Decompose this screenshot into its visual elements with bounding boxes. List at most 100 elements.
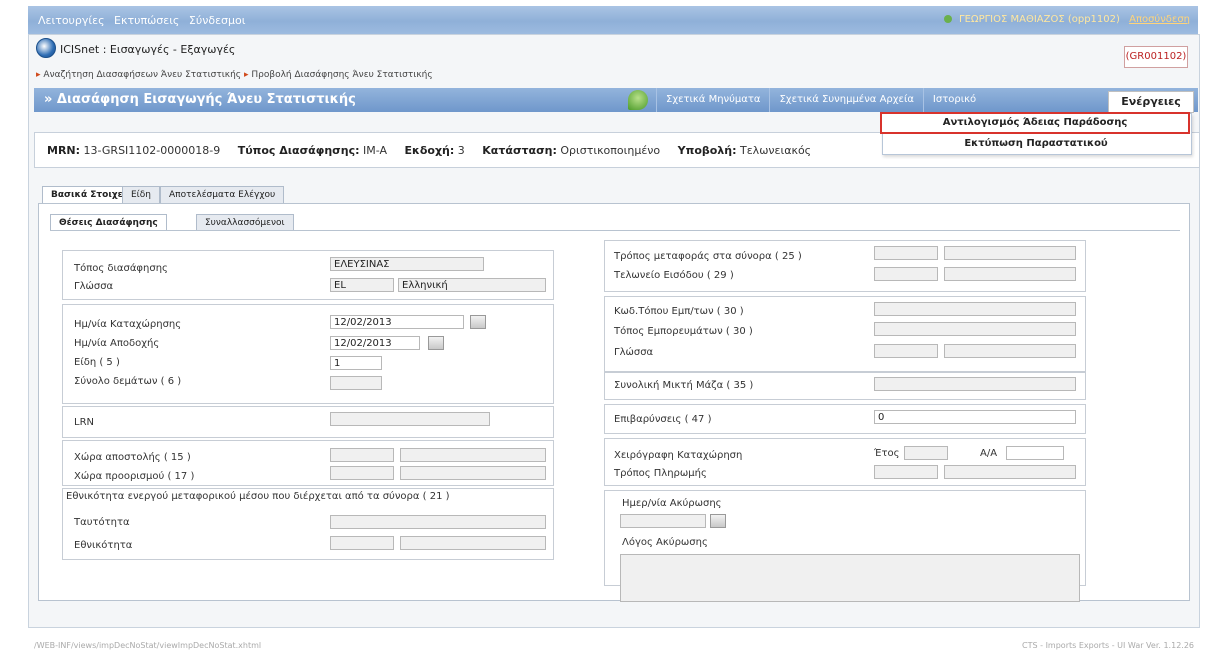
status-label: Κατάσταση: xyxy=(482,144,557,157)
submission-label: Υποβολή: xyxy=(677,144,737,157)
nationality-label: Εθνικότητα xyxy=(74,540,133,551)
transport-mode-label: Τρόπος μεταφοράς στα σύνορα ( 25 ) xyxy=(614,251,802,262)
year-field xyxy=(904,446,948,460)
year-label: Έτος xyxy=(874,448,900,459)
menu-prints[interactable]: Εκτυπώσεις xyxy=(114,14,179,27)
language-label: Γλώσσα xyxy=(74,281,114,292)
breadcrumb-view: Προβολή Διασάφησης Άνευ Στατιστικής xyxy=(251,70,433,80)
logout-link[interactable]: Αποσύνδεση xyxy=(1129,14,1190,25)
cancel-date-calendar-icon[interactable] xyxy=(710,514,726,528)
dispatch-country-label: Χώρα αποστολής ( 15 ) xyxy=(74,452,191,463)
acceptance-date-field[interactable]: 12/02/2013 xyxy=(330,336,420,350)
type-value: IM-A xyxy=(363,144,387,157)
nationality-code-field xyxy=(330,536,394,550)
packages-field xyxy=(330,376,382,390)
identity-field xyxy=(330,515,546,529)
nationality-group-header: Εθνικότητα ενεργού μεταφορικού μέσου που… xyxy=(66,491,450,502)
lrn-label: LRN xyxy=(74,417,94,428)
entry-office-code-field xyxy=(874,267,938,281)
entry-office-name-field xyxy=(944,267,1076,281)
user-icon xyxy=(943,15,952,23)
tab-traders[interactable]: Συναλλασσόμενοι xyxy=(196,214,294,231)
type-label: Τύπος Διασάφησης: xyxy=(237,144,360,157)
page-title: » Διασάφηση Εισαγωγής Άνευ Στατιστικής xyxy=(44,92,356,107)
goods-location-code-label: Κωδ.Τόπου Εμπ/των ( 30 ) xyxy=(614,306,744,317)
gross-mass-field xyxy=(874,377,1076,391)
lrn-field xyxy=(330,412,490,426)
goods-location-field xyxy=(874,322,1076,336)
tab-declaration-positions[interactable]: Θέσεις Διασάφησης xyxy=(50,214,167,231)
page-title-bar: » Διασάφηση Εισαγωγής Άνευ Στατιστικής Σ… xyxy=(34,88,1198,112)
user-info: ΓΕΩΡΓΙΟΣ ΜΑΘΙΑΖΟΣ (opp1102) Αποσύνδεση xyxy=(943,14,1190,25)
identity-label: Ταυτότητα xyxy=(74,517,130,528)
registration-date-label: Ημ/νία Καταχώρησης xyxy=(74,319,182,330)
declaration-summary: MRN: 13-GRSI1102-0000018-9 Τύπος Διασάφη… xyxy=(47,144,825,157)
aa-label: Α/Α xyxy=(980,448,998,459)
icisnet-logo-icon xyxy=(36,38,56,58)
tab-control-results[interactable]: Αποτελέσματα Ελέγχου xyxy=(160,186,285,203)
packages-label: Σύνολο δεμάτων ( 6 ) xyxy=(74,376,182,387)
destination-country-name-field xyxy=(400,466,546,480)
app-title: ICISnet : Εισαγωγές - Εξαγωγές xyxy=(60,43,236,56)
submission-value: Τελωνειακός xyxy=(740,144,812,157)
version-value: 3 xyxy=(457,144,465,157)
place-field: ΕΛΕΥΣΙΝΑΣ xyxy=(330,257,484,271)
dispatch-country-name-field xyxy=(400,448,546,462)
gross-mass-label: Συνολική Μικτή Μάζα ( 35 ) xyxy=(614,380,754,391)
language-name-field: Ελληνική xyxy=(398,278,546,292)
menu-functions[interactable]: Λειτουργίες xyxy=(38,14,105,27)
menu-item-print-document[interactable]: Εκτύπωση Παραστατικού xyxy=(882,135,1190,153)
goods-location-code-field xyxy=(874,302,1076,316)
right-language-name-field xyxy=(944,344,1076,358)
payment-method-code-field xyxy=(874,465,938,479)
charges-label: Επιβαρύνσεις ( 47 ) xyxy=(614,414,712,425)
items-label: Είδη ( 5 ) xyxy=(74,357,120,368)
tab-related-attachments[interactable]: Σχετικά Συνημμένα Αρχεία xyxy=(769,88,922,112)
registration-date-calendar-icon[interactable] xyxy=(470,315,486,329)
app-version: CTS - Imports Exports - UI War Ver. 1.12… xyxy=(1022,641,1194,650)
payment-method-name-field xyxy=(944,465,1076,479)
actions-button[interactable]: Ενέργειες xyxy=(1108,91,1194,113)
tab-related-messages[interactable]: Σχετικά Μηνύματα xyxy=(656,88,769,112)
cancel-reason-textarea[interactable] xyxy=(620,554,1080,602)
breadcrumb-arrow-icon: ▸ xyxy=(36,70,41,80)
breadcrumb-arrow-icon: ▸ xyxy=(243,70,249,80)
view-path: /WEB-INF/views/impDecNoStat/viewImpDecNo… xyxy=(34,641,262,650)
aa-field xyxy=(1006,446,1064,460)
tab-items[interactable]: Είδη xyxy=(122,186,160,203)
office-code: (GR001102) xyxy=(1124,46,1188,68)
breadcrumb-search[interactable]: Αναζήτηση Διασαφήσεων Άνευ Στατιστικής xyxy=(43,70,241,80)
destination-country-label: Χώρα προορισμού ( 17 ) xyxy=(74,471,195,482)
main-menu: Λειτουργίες Εκτυπώσεις Σύνδεσμοι xyxy=(38,14,251,27)
menu-item-reverse-delivery-permit[interactable]: Αντιλογισμός Άδειας Παράδοσης xyxy=(880,112,1190,134)
place-label: Τόπος διασάφησης xyxy=(74,263,168,274)
user-name: ΓΕΩΡΓΙΟΣ ΜΑΘΙΑΖΟΣ (opp1102) xyxy=(959,14,1120,25)
registration-date-field[interactable]: 12/02/2013 xyxy=(330,315,464,329)
acceptance-date-calendar-icon[interactable] xyxy=(428,336,444,350)
right-language-code-field xyxy=(874,344,938,358)
breadcrumb: ▸ Αναζήτηση Διασαφήσεων Άνευ Στατιστικής… xyxy=(36,70,433,80)
transport-mode-name-field xyxy=(944,246,1076,260)
cancel-date-label: Ημερ/νία Ακύρωσης xyxy=(622,498,722,509)
dispatch-country-code-field xyxy=(330,448,394,462)
destination-country-code-field xyxy=(330,466,394,480)
version-label: Εκδοχή: xyxy=(404,144,455,157)
tab-history[interactable]: Ιστορικό xyxy=(922,88,985,112)
mrn-label: MRN: xyxy=(47,144,81,157)
entry-office-label: Τελωνείο Εισόδου ( 29 ) xyxy=(614,270,734,281)
subtab-divider xyxy=(50,230,1180,231)
page-tabs: Σχετικά Μηνύματα Σχετικά Συνημμένα Αρχεί… xyxy=(656,88,985,112)
menu-links[interactable]: Σύνδεσμοι xyxy=(189,14,246,27)
mrn-value: 13-GRSI1102-0000018-9 xyxy=(83,144,221,157)
refresh-leaf-icon[interactable] xyxy=(628,90,648,110)
language-code-field: EL xyxy=(330,278,394,292)
payment-method-label: Τρόπος Πληρωμής xyxy=(614,468,707,479)
cancel-date-field[interactable] xyxy=(620,514,706,528)
nationality-name-field xyxy=(400,536,546,550)
status-value: Οριστικοποιημένο xyxy=(560,144,661,157)
top-menu-bar: Λειτουργίες Εκτυπώσεις Σύνδεσμοι ΓΕΩΡΓΙΟ… xyxy=(28,6,1198,35)
acceptance-date-label: Ημ/νία Αποδοχής xyxy=(74,338,160,349)
items-field: 1 xyxy=(330,356,382,370)
goods-location-label: Τόπος Εμπορευμάτων ( 30 ) xyxy=(614,326,753,337)
cancel-reason-label: Λόγος Ακύρωσης xyxy=(622,537,708,548)
